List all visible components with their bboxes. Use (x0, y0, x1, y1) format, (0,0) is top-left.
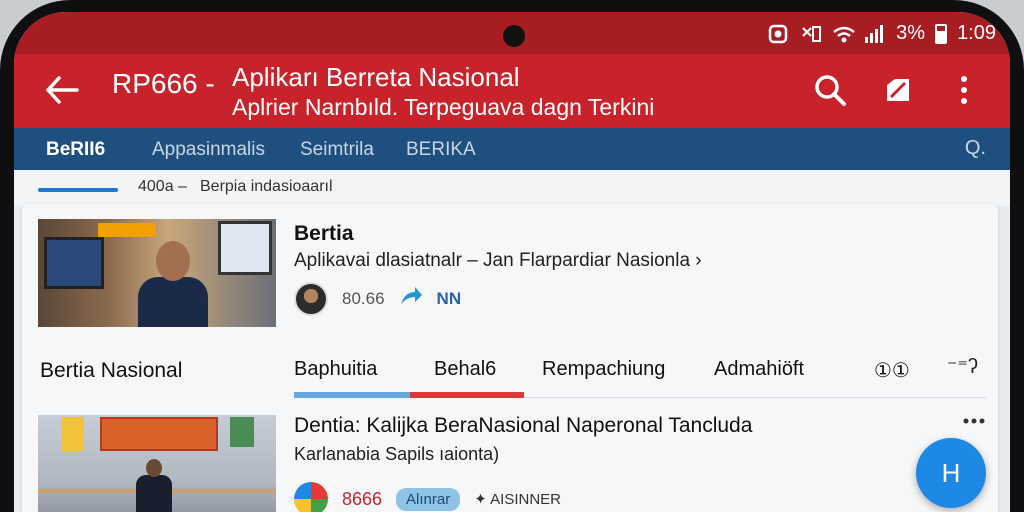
edit-icon (887, 79, 909, 101)
share-icon[interactable] (399, 286, 423, 312)
article2-count: 8666 (342, 488, 383, 509)
avatar[interactable] (294, 282, 328, 316)
category-indicator-active (410, 392, 524, 398)
thumbnail-sign (98, 223, 156, 237)
sub-strip-indicator (38, 188, 118, 192)
article2-description[interactable]: Karlanabia Sapils ıaionta) (294, 444, 499, 465)
status-bar: 3% 1:09 (14, 12, 1010, 54)
tab-appasinmalis[interactable]: Appasinmalis (152, 139, 265, 161)
article1-tag[interactable]: NN (437, 289, 462, 309)
category-tab[interactable]: Rempachiung (542, 358, 665, 381)
arrow-left-icon (46, 76, 79, 104)
thumbnail-sign (62, 417, 84, 451)
sub-strip-count: 400a – (138, 178, 187, 195)
app-subtitle: Aplrier Narnbıld. Terpeguava dagn Terkin… (232, 94, 655, 120)
news-card: Bertia Aplikavai dlasiatnalr – Jan Flarp… (22, 204, 998, 512)
nav-search-button[interactable]: Q. (965, 137, 986, 160)
status-icons: 3% 1:09 (768, 22, 996, 45)
category-indicator (294, 392, 410, 398)
tab-seimtrila[interactable]: Seimtrila (300, 139, 374, 161)
nav-search-label: Q. (964, 137, 986, 159)
category-tab[interactable]: ①① (874, 358, 910, 383)
category-tab[interactable]: Behal6 (434, 358, 496, 381)
app-title: Aplikarı Berreta Nasional (232, 62, 520, 92)
thumbnail-person (134, 459, 174, 512)
article2-thumbnail[interactable] (38, 415, 276, 512)
floating-action-button[interactable]: H (916, 438, 986, 508)
category-tab[interactable]: Baphuitia (294, 358, 377, 381)
thumbnail-monitor (218, 221, 272, 275)
category-more[interactable]: ⁻⁼ʔ (947, 354, 978, 379)
article2-meta: 8666 Alınrar ✦ AISINNER (294, 482, 561, 512)
sub-strip-label: Berpia indasioaarıl (200, 178, 333, 195)
search-icon (815, 75, 846, 106)
article1-description[interactable]: Aplikavai dlasiatnalr – Jan Flarpardiar … (294, 250, 702, 272)
article2-badge[interactable]: ✦ AISINNER (474, 490, 561, 508)
battery-percent: 3% (896, 22, 926, 44)
thumbnail-person (138, 241, 208, 327)
wifi-icon (832, 24, 855, 44)
app-code: RP666 - (112, 68, 215, 99)
category-tab[interactable]: Admahiöft (714, 358, 804, 381)
app-bar: RP666 - Aplikarı Berreta Nasional Aplrie… (14, 54, 1010, 128)
front-camera (503, 25, 525, 47)
more-horizontal-icon[interactable] (962, 408, 986, 434)
category-tabs: Baphuitia Behal6 Rempachiung Admahiöft ①… (294, 354, 986, 398)
phone-bezel: 3% 1:09 RP666 - Aplikarı Berreta Nasiona… (0, 0, 1024, 512)
sub-strip: 400a – Berpia indasioaarıl (14, 170, 1010, 206)
back-button[interactable] (42, 70, 82, 110)
mute-icon (800, 24, 822, 44)
more-vertical-icon (961, 76, 967, 104)
notification-icon (768, 24, 790, 44)
more-options-button[interactable] (944, 70, 984, 110)
article2-title[interactable]: Dentia: Kalijka BeraNasional Naperonal T… (294, 414, 752, 438)
article1-count: 80.66 (342, 289, 385, 308)
section-title: Bertia Nasional (40, 359, 183, 382)
signal-icon (864, 24, 886, 44)
avatar[interactable] (294, 482, 328, 512)
clock: 1:09 (957, 22, 996, 44)
nav-tabs: BeRII6 Appasinmalis Seimtrila BERIKA Q. (14, 128, 1010, 170)
phone-screen: 3% 1:09 RP666 - Aplikarı Berreta Nasiona… (14, 12, 1010, 512)
thumbnail-monitor (44, 237, 104, 289)
article1-title[interactable]: Bertia (294, 222, 354, 246)
thumbnail-sign (230, 417, 254, 447)
search-button[interactable] (810, 70, 850, 110)
tab-berii6[interactable]: BeRII6 (46, 139, 105, 161)
edit-button[interactable] (878, 70, 918, 110)
thumbnail-sign (100, 417, 218, 451)
article1-meta: 80.66 NN (294, 282, 461, 316)
article2-pill[interactable]: Alınrar (396, 487, 461, 511)
battery-icon (935, 23, 948, 44)
article1-thumbnail[interactable] (38, 219, 276, 327)
tab-berika[interactable]: BERIKA (406, 139, 476, 161)
